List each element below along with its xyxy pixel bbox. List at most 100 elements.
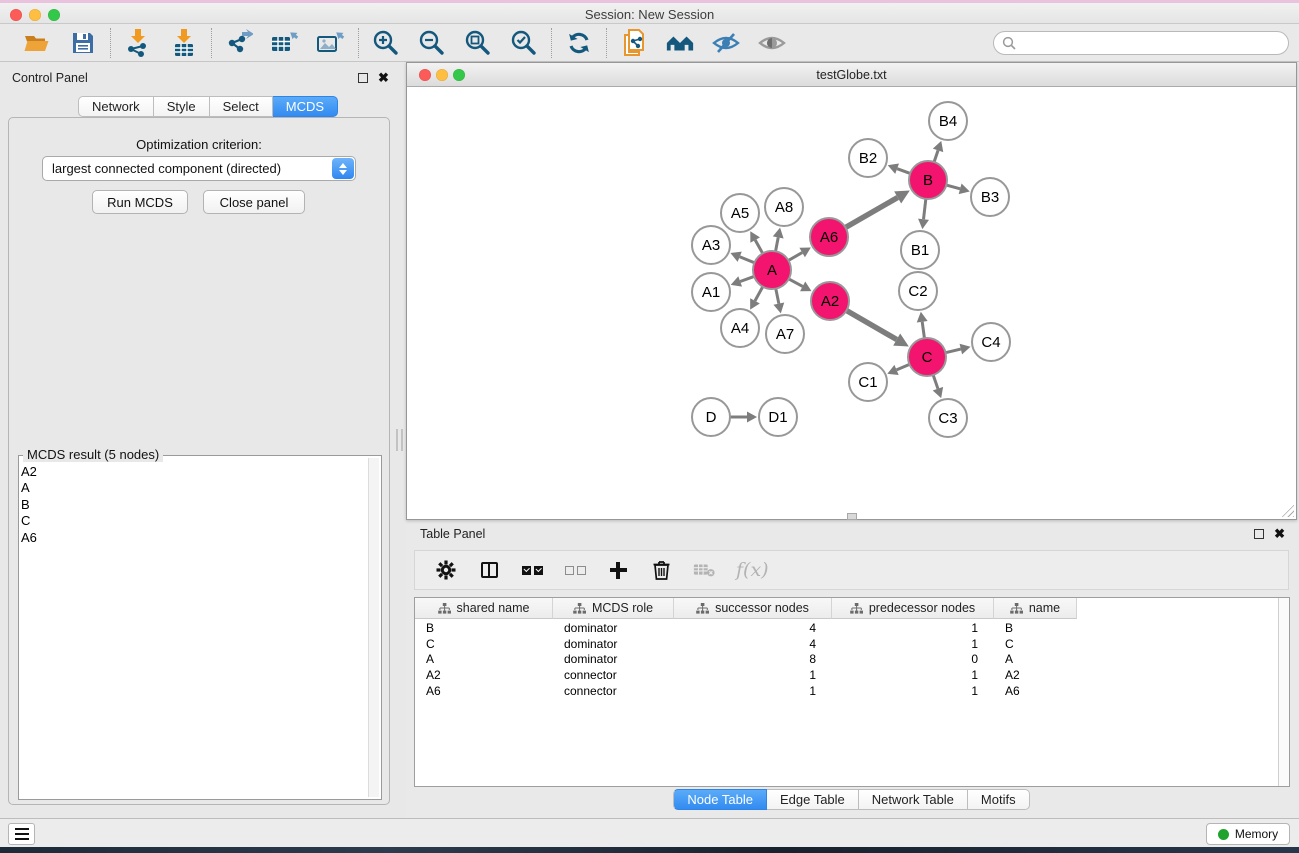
graph-edge-C-C1[interactable] [897,364,910,369]
open-file-icon[interactable] [22,28,52,58]
close-panel-icon[interactable]: ✖ [378,73,389,83]
select-all-columns-icon[interactable] [521,559,543,581]
export-image-icon[interactable] [316,28,346,58]
graph-node-B2[interactable]: B2 [849,139,887,177]
zoom-out-icon[interactable] [417,28,447,58]
graph-edge-C-C4[interactable] [945,349,960,353]
search-input[interactable] [1016,36,1280,50]
graph-edge-B-B4[interactable] [934,150,938,162]
graph-edge-C-C2[interactable] [922,322,924,338]
column-header-name[interactable]: name [994,598,1077,619]
graph-edge-B-B2[interactable] [897,169,910,174]
tab-mcds[interactable]: MCDS [273,96,338,117]
graph-node-C3[interactable]: C3 [929,399,967,437]
graph-node-A[interactable]: A [753,251,791,289]
run-mcds-button[interactable]: Run MCDS [92,190,188,214]
table-row[interactable]: A2connector11A2 [415,667,1278,683]
table-row[interactable]: Bdominator41B [415,620,1278,636]
hide-selected-icon[interactable] [711,28,741,58]
window-bottom-grip[interactable] [847,513,857,520]
graph-edge-B-B3[interactable] [946,185,960,189]
graph-edge-A2-C[interactable] [846,310,896,339]
tab-motifs[interactable]: Motifs [968,789,1030,810]
deselect-all-columns-icon[interactable] [564,559,586,581]
graph-node-A8[interactable]: A8 [765,188,803,226]
graph-edge-C-C3[interactable] [933,375,938,389]
graph-node-C1[interactable]: C1 [849,363,887,401]
graph-node-B3[interactable]: B3 [971,178,1009,216]
table-scrollbar[interactable] [1278,598,1289,786]
graph-node-A2[interactable]: A2 [811,282,849,320]
tab-network-table[interactable]: Network Table [859,789,968,810]
graph-edge-A-A5[interactable] [755,240,763,253]
tab-network[interactable]: Network [78,96,154,117]
mcds-result-item[interactable]: C [21,513,367,529]
task-history-button[interactable] [8,823,35,845]
graph-node-B1[interactable]: B1 [901,231,939,269]
network-canvas[interactable]: B4B2BB3A8A5A6A3B1AC2A1A2A4A7C4CC1C3DD1 [407,87,1296,519]
table-row[interactable]: Adominator80A [415,652,1278,668]
zoom-in-icon[interactable] [371,28,401,58]
split-panel-icon[interactable] [478,559,500,581]
criterion-dropdown[interactable]: largest connected component (directed) [42,156,356,181]
graph-edge-A-A6[interactable] [788,253,802,261]
graph-node-C[interactable]: C [908,338,946,376]
zoom-fit-icon[interactable] [463,28,493,58]
graph-node-C2[interactable]: C2 [899,272,937,310]
graph-node-B[interactable]: B [909,161,947,199]
graph-node-A7[interactable]: A7 [766,315,804,353]
import-table-icon[interactable] [169,28,199,58]
close-panel-button[interactable]: Close panel [203,190,305,214]
delete-table-icon[interactable] [693,559,715,581]
graph-edge-A-A7[interactable] [776,289,779,304]
graph-node-D[interactable]: D [692,398,730,436]
tab-edge-table[interactable]: Edge Table [767,789,859,810]
graph-node-B4[interactable]: B4 [929,102,967,140]
table-row[interactable]: Cdominator41C [415,636,1278,652]
new-network-from-selection-icon[interactable] [619,28,649,58]
mcds-result-item[interactable]: A2 [21,464,367,480]
export-table-icon[interactable] [270,28,300,58]
graph-edge-A-A3[interactable] [740,257,755,263]
show-all-icon[interactable] [757,28,787,58]
graph-edge-A6-B[interactable] [845,197,897,227]
search-field[interactable] [993,31,1289,55]
graph-edge-A-A2[interactable] [789,279,803,286]
mcds-result-item[interactable]: A [21,480,367,496]
mcds-result-item[interactable]: B [21,497,367,513]
memory-button[interactable]: Memory [1206,823,1290,845]
mcds-list-scrollbar[interactable] [368,458,379,797]
column-header-shared-name[interactable]: shared name [415,598,553,619]
close-table-panel-icon[interactable]: ✖ [1274,529,1285,539]
save-session-icon[interactable] [68,28,98,58]
graph-node-A3[interactable]: A3 [692,226,730,264]
column-header-mcds-role[interactable]: MCDS role [553,598,674,619]
function-builder-icon[interactable]: f(x) [736,559,769,581]
tab-node-table[interactable]: Node Table [673,789,767,810]
graph-node-D1[interactable]: D1 [759,398,797,436]
refresh-layout-icon[interactable] [564,28,594,58]
table-row[interactable]: A6connector11A6 [415,683,1278,699]
delete-columns-icon[interactable] [650,559,672,581]
graph-edge-B-B1[interactable] [924,199,926,219]
tab-select[interactable]: Select [210,96,273,117]
vertical-splitter-grip[interactable] [396,429,403,451]
column-header-predecessor-nodes[interactable]: predecessor nodes [832,598,994,619]
export-network-icon[interactable] [224,28,254,58]
create-column-icon[interactable] [607,559,629,581]
table-settings-gear-icon[interactable] [435,559,457,581]
graph-edge-A-A4[interactable] [755,287,763,301]
graph-node-C4[interactable]: C4 [972,323,1010,361]
graph-node-A6[interactable]: A6 [810,218,848,256]
graph-edge-A-A1[interactable] [740,276,754,281]
float-panel-icon[interactable] [358,73,368,83]
graph-node-A4[interactable]: A4 [721,309,759,347]
import-network-icon[interactable] [123,28,153,58]
first-neighbors-icon[interactable] [665,28,695,58]
tab-style[interactable]: Style [154,96,210,117]
graph-node-A5[interactable]: A5 [721,194,759,232]
zoom-selected-icon[interactable] [509,28,539,58]
graph-edge-A-A8[interactable] [776,237,779,251]
mcds-result-item[interactable]: A6 [21,530,367,546]
column-header-successor-nodes[interactable]: successor nodes [674,598,832,619]
